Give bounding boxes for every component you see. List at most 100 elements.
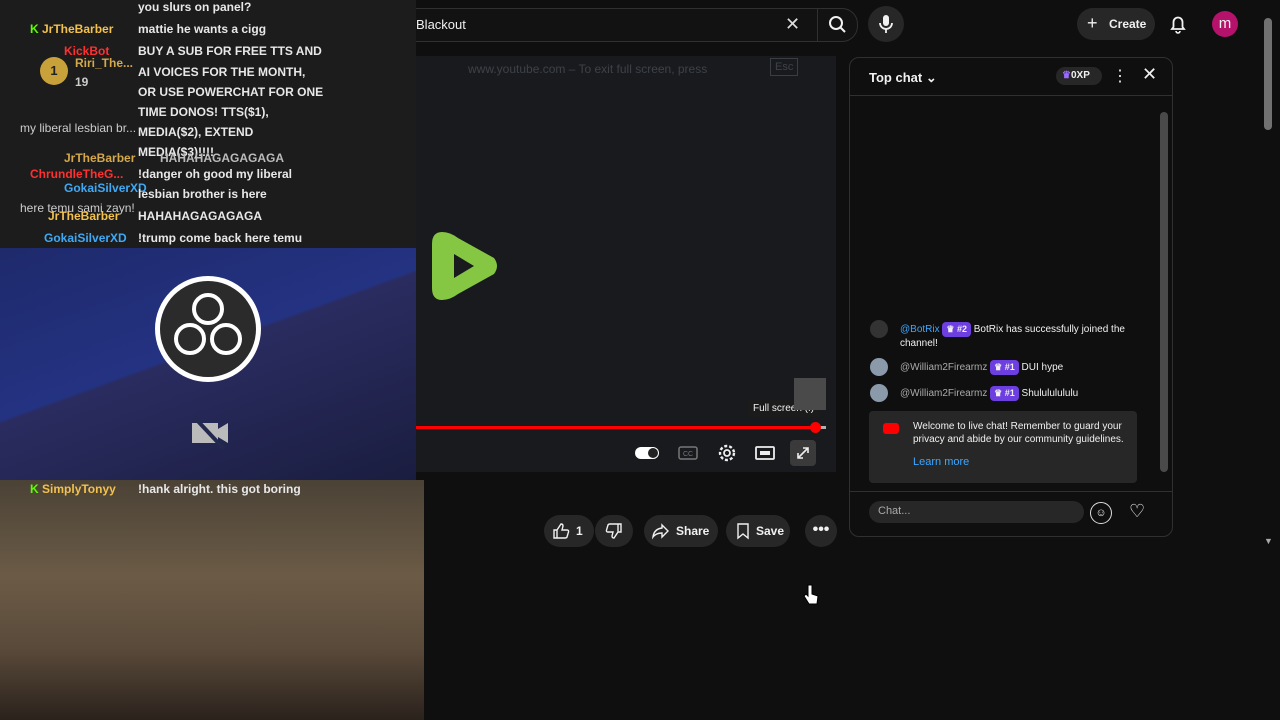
- create-label: Create: [1109, 17, 1147, 31]
- more-actions-button[interactable]: •••: [805, 515, 837, 547]
- scrubber-handle[interactable]: [810, 422, 821, 433]
- thumbnail-preview: [794, 378, 826, 410]
- overlay-chat-line: AI VOICES FOR THE MONTH,: [138, 65, 306, 79]
- voice-search-button[interactable]: [868, 6, 904, 42]
- bookmark-icon: [737, 523, 749, 540]
- svg-text:CC: CC: [683, 451, 693, 458]
- overlay-chat-line: HAHAHAGAGAGAGA: [138, 209, 262, 223]
- welcome-text: Welcome to live chat! Remember to guard …: [913, 421, 1124, 445]
- settings-button[interactable]: [714, 440, 740, 466]
- progress-bar[interactable]: [416, 426, 814, 429]
- cc-icon: CC: [678, 446, 698, 460]
- chat-title: Top chat: [869, 70, 923, 85]
- like-count: 1: [576, 524, 583, 538]
- fullscreen-hint: www.youtube.com – To exit full screen, p…: [468, 62, 708, 76]
- avatar: [870, 384, 888, 402]
- chat-text: DUI hype: [1021, 362, 1064, 373]
- theater-mode-button[interactable]: [752, 440, 778, 466]
- rank-badge: ♛ #1: [990, 360, 1019, 375]
- thumbs-up-icon: [553, 523, 570, 539]
- overlay-chat-author: GokaiSilverXD: [44, 231, 127, 245]
- search-button[interactable]: [817, 9, 858, 41]
- close-chat-icon[interactable]: ✕: [1142, 64, 1157, 85]
- page-scrollbar[interactable]: [1264, 18, 1272, 130]
- overlay-chat-line: MEDIA($2), EXTEND: [138, 125, 254, 139]
- autoplay-toggle[interactable]: [634, 440, 660, 466]
- overlay-chat-author: Riri_The...: [75, 56, 134, 70]
- chat-author[interactable]: @BotRix: [900, 324, 940, 335]
- rumble-logo-icon: [428, 226, 502, 306]
- heart-icon[interactable]: ♡: [1129, 501, 1145, 522]
- live-chat-panel: Top chat ⌄ ♛0XP ⋮ ✕ @BotRix ♛ #2 BotRix …: [849, 57, 1173, 537]
- obs-logo-icon: [155, 276, 261, 382]
- more-vertical-icon[interactable]: ⋮: [1112, 66, 1128, 86]
- xp-value: 0XP: [1070, 70, 1090, 81]
- microphone-icon: [879, 15, 893, 33]
- xp-badge[interactable]: ♛0XP: [1056, 67, 1102, 85]
- overlay-chat-line: !hank alright. this got boring: [138, 482, 301, 496]
- overlay-chat-author: ChrundleTheG...: [30, 167, 124, 181]
- overlay-chat-author: JrTheBarber: [48, 209, 120, 223]
- like-button[interactable]: 1: [544, 515, 594, 547]
- chat-scrollbar[interactable]: [1160, 112, 1168, 472]
- fullscreen-icon: [797, 447, 809, 459]
- avatar: [870, 320, 888, 338]
- emoji-icon[interactable]: ☺: [1090, 502, 1112, 524]
- chevron-down-icon: ⌄: [925, 70, 937, 85]
- chat-divider: [850, 95, 1172, 96]
- chat-mode-dropdown[interactable]: Top chat ⌄: [869, 70, 937, 86]
- chat-author[interactable]: @William2Firearmz: [900, 388, 987, 399]
- notifications-button[interactable]: [1163, 9, 1193, 39]
- webcam-feed: [0, 480, 424, 720]
- avatar: [870, 358, 888, 376]
- exit-fullscreen-button[interactable]: [790, 440, 816, 466]
- mouse-cursor-icon: [803, 584, 819, 606]
- welcome-banner: Welcome to live chat! Remember to guard …: [869, 411, 1137, 483]
- scroll-down-arrow[interactable]: ▼: [1264, 536, 1273, 546]
- thumbs-down-icon: [605, 523, 622, 539]
- overlay-chat-line: !trump come back here temu: [138, 231, 303, 245]
- esc-key-hint: Esc: [770, 58, 799, 76]
- crown-icon: ♛: [1062, 70, 1071, 81]
- overlay-chat-author: GokaiSilverXD: [64, 181, 147, 195]
- overlay-chat-author: JrTheBarber: [64, 151, 136, 165]
- overlay-chat-line: TIME DONOS! TTS($1),: [138, 105, 269, 119]
- save-button[interactable]: Save: [726, 515, 790, 547]
- autoplay-toggle-icon: [635, 447, 659, 459]
- overlay-chat-line: HAHAHAGAGAGAGA: [160, 151, 284, 165]
- learn-more-link[interactable]: Learn more: [913, 456, 969, 469]
- share-button[interactable]: Share: [644, 515, 718, 547]
- create-button[interactable]: + Create: [1077, 8, 1155, 40]
- rank-badge: ♛ #1: [990, 386, 1019, 401]
- account-avatar[interactable]: m: [1212, 11, 1238, 37]
- share-icon: [652, 523, 669, 540]
- camera-off-icon: [190, 415, 230, 451]
- chat-message: @William2Firearmz ♛ #1 Shulululululu: [900, 386, 1148, 401]
- search-bar[interactable]: The Blackout ✕: [376, 8, 858, 42]
- more-horizontal-icon: •••: [812, 521, 830, 538]
- search-icon: [829, 16, 846, 33]
- rank-badge: 1: [40, 57, 68, 85]
- sub-count: 19: [75, 75, 89, 89]
- overlay-chat-line: OR USE POWERCHAT FOR ONE: [138, 85, 324, 99]
- chat-message: @BotRix ♛ #2 BotRix has successfully joi…: [900, 322, 1148, 350]
- bell-icon: [1170, 16, 1186, 34]
- overlay-chat-author: K SimplyTonyy: [30, 482, 116, 496]
- chat-author[interactable]: @William2Firearmz: [900, 362, 987, 373]
- chat-text: Shulululululu: [1021, 388, 1079, 399]
- dislike-button[interactable]: [595, 515, 633, 547]
- youtube-icon: [883, 423, 899, 434]
- gear-icon: [718, 444, 736, 462]
- overlay-chat-line: !danger oh good my liberal: [138, 167, 293, 181]
- chat-input[interactable]: Chat...: [869, 501, 1084, 523]
- overlay-chat-author: K JrTheBarber: [30, 22, 114, 36]
- player-controls: CC: [630, 440, 826, 466]
- overlay-chat-line: mattie he wants a cigg: [138, 22, 267, 36]
- rank-badge: ♛ #2: [942, 322, 971, 337]
- theater-icon: [755, 446, 775, 460]
- clear-search-icon[interactable]: ✕: [785, 14, 800, 35]
- share-label: Share: [676, 524, 710, 538]
- overlay-chat-line: lesbian brother is here: [138, 187, 267, 201]
- chat-message: @William2Firearmz ♛ #1 DUI hype: [900, 360, 1148, 375]
- subtitles-button[interactable]: CC: [675, 440, 701, 466]
